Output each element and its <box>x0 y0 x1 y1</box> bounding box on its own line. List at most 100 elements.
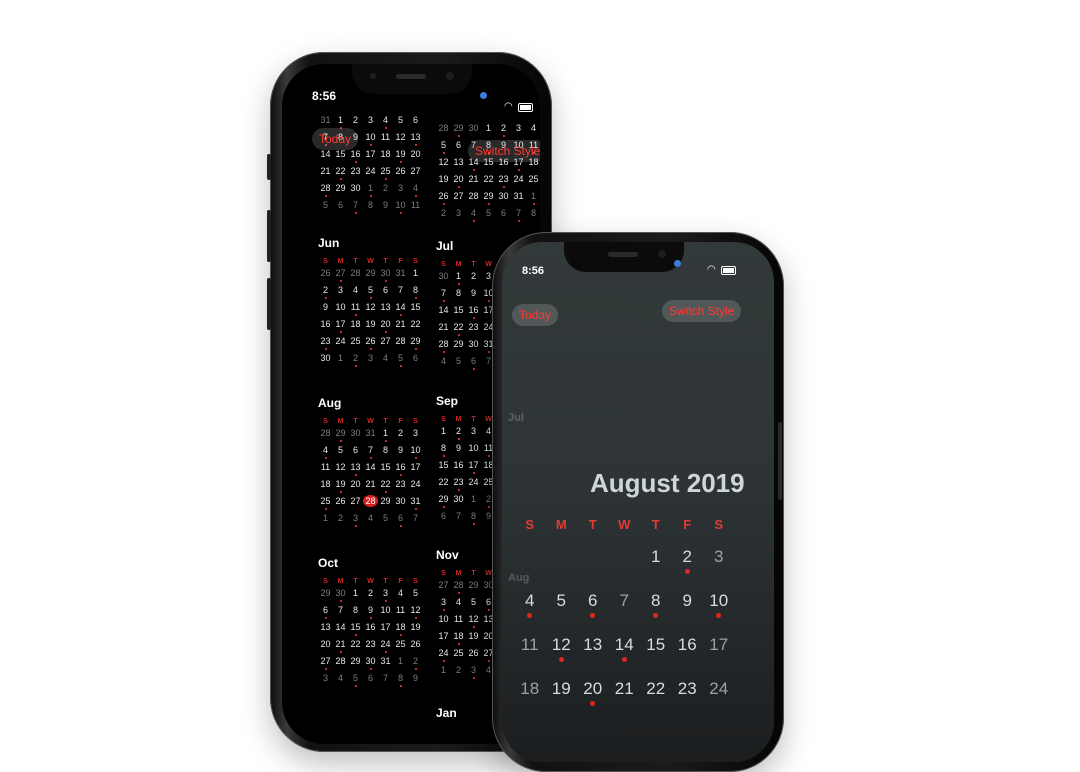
day-cell[interactable]: 26 <box>318 267 333 279</box>
day-cell[interactable]: 8 <box>348 604 363 616</box>
day-cell[interactable]: 3 <box>466 664 481 679</box>
day-cell[interactable]: 3 <box>393 182 408 194</box>
day-cell[interactable]: 1 <box>393 655 408 667</box>
day-cell[interactable]: 6 <box>378 284 393 296</box>
day-cell[interactable]: 1 <box>333 114 348 129</box>
day-cell[interactable]: 11 <box>408 199 423 211</box>
day-cell[interactable]: 22 <box>436 476 451 488</box>
day-cell[interactable]: 14 <box>393 301 408 316</box>
day-cell[interactable]: 2 <box>451 425 466 440</box>
day-cell[interactable]: 17 <box>466 459 481 474</box>
day-cell[interactable]: 5 <box>378 512 393 524</box>
day-cell[interactable]: 21 <box>333 638 348 653</box>
day-cell[interactable]: 10 <box>378 604 393 616</box>
day-cell[interactable]: 4 <box>318 444 333 459</box>
day-cell[interactable]: 23 <box>363 638 378 650</box>
day-cell[interactable]: 9 <box>363 604 378 619</box>
day-cell[interactable]: 27 <box>348 495 363 507</box>
day-cell[interactable]: 22 <box>348 638 363 650</box>
day-cell[interactable]: 13 <box>408 131 423 146</box>
day-cell[interactable]: 1 <box>333 352 348 364</box>
day-cell[interactable]: 30 <box>333 587 348 602</box>
day-cell[interactable]: 5 <box>393 114 408 126</box>
day-cell[interactable]: 19 <box>393 148 408 163</box>
day-cell[interactable]: 28 <box>451 579 466 594</box>
day-cell[interactable]: 5 <box>546 586 578 616</box>
day-cell[interactable]: 5 <box>451 355 466 367</box>
day-cell[interactable]: 3 <box>436 596 451 611</box>
day-cell[interactable]: 2 <box>496 122 511 137</box>
day-cell[interactable]: 24 <box>378 638 393 653</box>
day-cell[interactable]: 30 <box>318 352 333 364</box>
day-cell[interactable]: 1 <box>318 512 333 524</box>
day-cell[interactable]: 17 <box>436 630 451 642</box>
day-cell[interactable]: 1 <box>436 664 451 676</box>
day-cell[interactable]: 4 <box>514 586 546 618</box>
day-cell[interactable]: 10 <box>436 613 451 625</box>
switch-style-button[interactable]: Switch Style <box>468 140 540 162</box>
day-cell[interactable]: 10 <box>333 301 348 313</box>
day-cell[interactable]: 23 <box>393 478 408 490</box>
day-cell[interactable]: 29 <box>333 182 348 194</box>
day-cell[interactable]: 24 <box>436 647 451 662</box>
day-cell[interactable]: 8 <box>378 444 393 456</box>
day-cell[interactable]: 6 <box>393 512 408 527</box>
day-cell[interactable]: 3 <box>333 284 348 296</box>
day-cell[interactable]: 8 <box>640 586 672 618</box>
day-cell[interactable]: 31 <box>378 655 393 667</box>
day-cell[interactable]: 2 <box>333 512 348 524</box>
day-cell[interactable]: 23 <box>318 335 333 350</box>
day-cell[interactable]: 2 <box>672 542 704 574</box>
day-cell[interactable]: 31 <box>511 190 526 202</box>
day-cell[interactable]: 28 <box>348 267 363 279</box>
day-cell[interactable]: 13 <box>577 630 609 660</box>
day-cell[interactable]: 28 <box>436 122 451 134</box>
day-cell[interactable]: 2 <box>451 664 466 676</box>
day-cell[interactable]: 9 <box>393 444 408 456</box>
day-cell[interactable]: 1 <box>451 270 466 285</box>
day-cell[interactable]: 26 <box>363 335 378 350</box>
day-cell[interactable]: 19 <box>333 478 348 493</box>
day-cell[interactable]: 28 <box>363 495 378 507</box>
day-cell[interactable]: 8 <box>408 284 423 299</box>
day-cell[interactable]: 6 <box>348 444 363 456</box>
day-cell[interactable]: 12 <box>546 630 578 662</box>
day-cell[interactable]: 11 <box>393 604 408 616</box>
day-cell[interactable]: 7 <box>363 444 378 459</box>
day-cell[interactable]: 3 <box>703 542 735 572</box>
day-cell[interactable]: 1 <box>526 190 540 205</box>
day-cell[interactable]: 6 <box>363 672 378 684</box>
day-cell[interactable]: 29 <box>436 493 451 508</box>
day-cell[interactable]: 18 <box>451 630 466 645</box>
day-cell[interactable]: 28 <box>436 338 451 353</box>
day-cell[interactable]: 25 <box>526 173 540 185</box>
day-cell[interactable]: 17 <box>703 630 735 660</box>
day-cell[interactable]: 8 <box>393 672 408 687</box>
day-cell[interactable]: 2 <box>436 207 451 219</box>
day-cell[interactable]: 9 <box>378 199 393 211</box>
day-cell[interactable]: 28 <box>333 655 348 667</box>
day-cell[interactable]: 30 <box>496 190 511 202</box>
day-cell[interactable]: 30 <box>466 338 481 350</box>
day-cell[interactable]: 12 <box>466 613 481 628</box>
day-cell[interactable]: 12 <box>408 604 423 619</box>
day-cell[interactable]: 8 <box>526 207 540 219</box>
day-cell[interactable]: 23 <box>672 674 704 704</box>
day-cell[interactable]: 3 <box>348 512 363 527</box>
day-cell[interactable]: 2 <box>348 352 363 367</box>
day-cell[interactable]: 25 <box>451 647 466 659</box>
day-cell[interactable]: 1 <box>481 122 496 134</box>
day-cell[interactable]: 17 <box>378 621 393 633</box>
day-cell[interactable]: 4 <box>348 284 363 296</box>
day-cell[interactable]: 27 <box>436 579 451 591</box>
day-cell[interactable]: 21 <box>609 674 641 704</box>
day-cell[interactable]: 23 <box>348 165 363 177</box>
day-cell[interactable]: 17 <box>363 148 378 160</box>
day-cell[interactable]: 11 <box>451 613 466 625</box>
day-cell[interactable]: 3 <box>363 114 378 126</box>
day-cell[interactable]: 9 <box>451 442 466 454</box>
day-cell[interactable]: 30 <box>378 267 393 282</box>
day-cell[interactable]: 27 <box>408 165 423 177</box>
day-cell[interactable]: 3 <box>378 587 393 602</box>
day-cell[interactable]: 3 <box>451 207 466 219</box>
